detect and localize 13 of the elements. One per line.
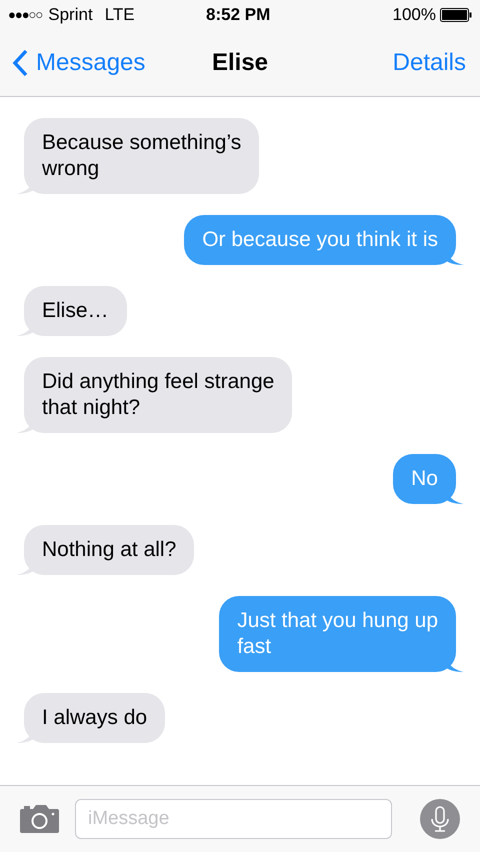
battery-percent: 100%: [392, 4, 436, 26]
details-button[interactable]: Details: [392, 45, 468, 81]
network-type: LTE: [104, 4, 135, 26]
message-field[interactable]: iMessage: [75, 799, 392, 839]
camera-icon[interactable]: [20, 805, 59, 833]
back-button[interactable]: Messages: [12, 45, 146, 81]
signal-strength: ●●●○○: [8, 6, 42, 24]
conversation-title: Elise: [212, 48, 268, 78]
microphone-icon[interactable]: [420, 799, 460, 839]
chevron-left-icon: [12, 49, 28, 77]
battery-icon: [440, 8, 472, 22]
status-time: 8:52 PM: [206, 4, 270, 26]
carrier-name: Sprint: [48, 4, 93, 26]
